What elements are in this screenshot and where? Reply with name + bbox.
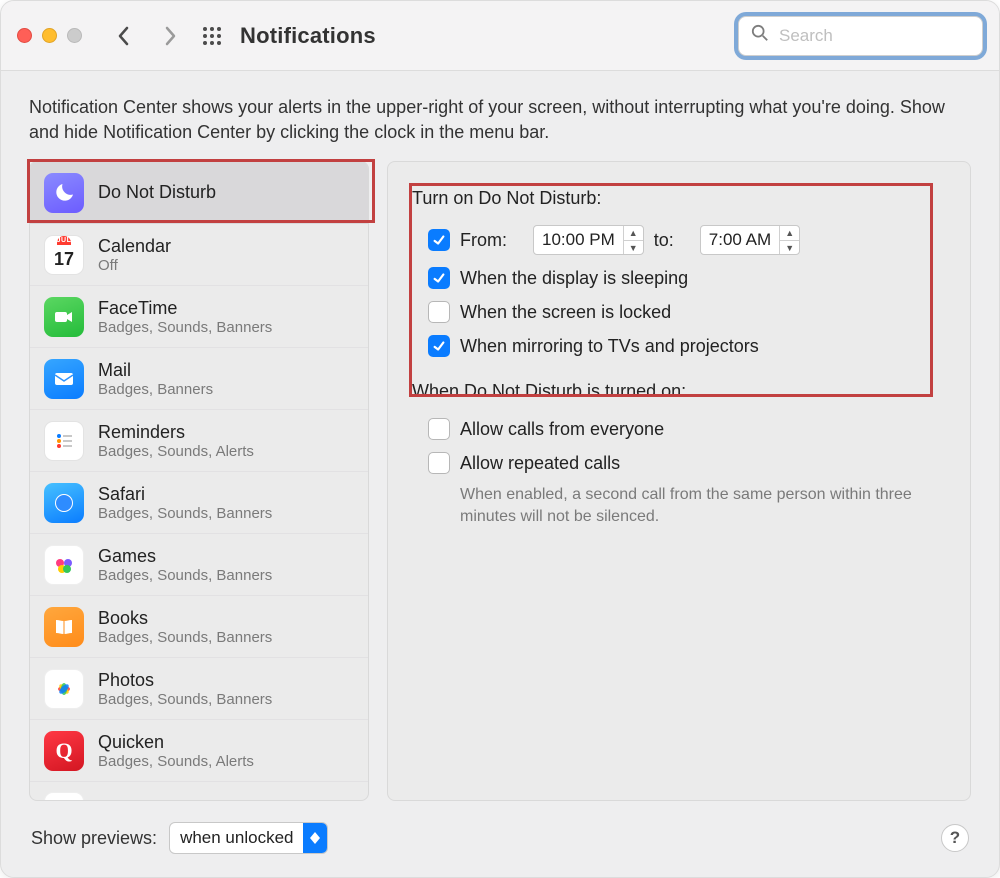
dnd-mirroring-checkbox[interactable] (428, 335, 450, 357)
sidebar-item-setapp[interactable]: Setapp (30, 782, 368, 800)
dnd-display-sleeping-checkbox[interactable] (428, 267, 450, 289)
dnd-display-sleeping-row: When the display is sleeping (412, 261, 946, 295)
from-time-stepper[interactable]: ▲▼ (623, 226, 643, 254)
search-field[interactable] (738, 16, 983, 56)
sidebar-item-sub: Badges, Sounds, Banners (98, 505, 272, 522)
sidebar-item-label: Photos (98, 670, 272, 691)
back-button[interactable] (110, 22, 138, 50)
select-arrows-icon (303, 823, 327, 853)
sidebar-item-reminders[interactable]: Reminders Badges, Sounds, Alerts (30, 410, 368, 472)
sidebar-item-label: Calendar (98, 236, 171, 257)
dnd-mirroring-label: When mirroring to TVs and projectors (460, 336, 759, 357)
mail-icon (44, 359, 84, 399)
footer: Show previews: when unlocked ? (29, 817, 971, 859)
to-label: to: (654, 230, 674, 251)
from-time-value[interactable]: 10:00 PM (534, 226, 623, 254)
dnd-mirroring-row: When mirroring to TVs and projectors (412, 329, 946, 363)
to-time-field[interactable]: 7:00 AM ▲▼ (700, 225, 800, 255)
dnd-when-on-title: When Do Not Disturb is turned on: (412, 381, 946, 402)
search-icon (751, 24, 769, 47)
books-icon (44, 607, 84, 647)
games-icon (44, 545, 84, 585)
previews-label: Show previews: (31, 828, 157, 849)
sidebar-item-label: Games (98, 546, 272, 567)
forward-button[interactable] (156, 22, 184, 50)
sidebar-item-sub: Badges, Sounds, Banners (98, 691, 272, 708)
to-time-value[interactable]: 7:00 AM (701, 226, 779, 254)
safari-icon (44, 483, 84, 523)
sidebar-item-sub: Badges, Sounds, Banners (98, 629, 272, 646)
help-button[interactable]: ? (941, 824, 969, 852)
intro-text: Notification Center shows your alerts in… (29, 95, 971, 145)
calendar-icon: JUL 17 (44, 235, 84, 275)
sidebar-item-sub: Off (98, 257, 171, 274)
from-time-field[interactable]: 10:00 PM ▲▼ (533, 225, 644, 255)
moon-icon (44, 173, 84, 213)
dnd-screen-locked-row: When the screen is locked (412, 295, 946, 329)
dnd-repeated-calls-label: Allow repeated calls (460, 453, 620, 474)
sidebar-item-label: Safari (98, 484, 272, 505)
sidebar-item-label: FaceTime (98, 298, 272, 319)
app-list-scroll[interactable]: Do Not Disturb JUL 17 Calendar Off (30, 162, 368, 800)
zoom-window[interactable] (67, 28, 82, 43)
sidebar-item-sub: Badges, Banners (98, 381, 213, 398)
minimize-window[interactable] (42, 28, 57, 43)
sidebar-item-sub: Badges, Sounds, Banners (98, 319, 272, 336)
columns: Do Not Disturb JUL 17 Calendar Off (29, 161, 971, 801)
dnd-turn-on-title: Turn on Do Not Disturb: (412, 188, 946, 209)
reminders-icon (44, 421, 84, 461)
sidebar-item-sub: Badges, Sounds, Alerts (98, 753, 254, 770)
previews-value: when unlocked (170, 828, 303, 848)
window-controls (17, 28, 82, 43)
sidebar-item-games[interactable]: Games Badges, Sounds, Banners (30, 534, 368, 596)
search-input[interactable] (777, 25, 1000, 47)
sidebar-item-calendar[interactable]: JUL 17 Calendar Off (30, 224, 368, 286)
sidebar-item-facetime[interactable]: FaceTime Badges, Sounds, Banners (30, 286, 368, 348)
sidebar-item-photos[interactable]: Photos Badges, Sounds, Banners (30, 658, 368, 720)
dnd-repeated-calls-checkbox[interactable] (428, 452, 450, 474)
sidebar-item-label: Quicken (98, 732, 254, 753)
pane-title: Notifications (240, 23, 376, 49)
prefs-window: Notifications Notification Center shows … (0, 0, 1000, 878)
sidebar-item-mail[interactable]: Mail Badges, Banners (30, 348, 368, 410)
dnd-allow-calls-checkbox[interactable] (428, 418, 450, 440)
photos-icon (44, 669, 84, 709)
sidebar-item-label: Do Not Disturb (98, 182, 216, 203)
sidebar-item-label: Reminders (98, 422, 254, 443)
close-window[interactable] (17, 28, 32, 43)
sidebar-item-dnd[interactable]: Do Not Disturb (30, 162, 368, 224)
dnd-repeated-calls-row: Allow repeated calls (412, 446, 946, 480)
dnd-screen-locked-checkbox[interactable] (428, 301, 450, 323)
toolbar: Notifications (1, 1, 999, 71)
sidebar-item-books[interactable]: Books Badges, Sounds, Banners (30, 596, 368, 658)
sidebar-item-label: Mail (98, 360, 213, 381)
app-list: Do Not Disturb JUL 17 Calendar Off (29, 161, 369, 801)
dnd-repeated-calls-hint: When enabled, a second call from the sam… (460, 484, 946, 527)
dnd-schedule-checkbox[interactable] (428, 229, 450, 251)
sidebar-item-sub: Badges, Sounds, Banners (98, 567, 272, 584)
sidebar-item-safari[interactable]: Safari Badges, Sounds, Banners (30, 472, 368, 534)
to-time-stepper[interactable]: ▲▼ (779, 226, 799, 254)
dnd-schedule-row: From: 10:00 PM ▲▼ to: 7:00 AM ▲▼ (412, 219, 946, 261)
dnd-allow-calls-label: Allow calls from everyone (460, 419, 664, 440)
dnd-screen-locked-label: When the screen is locked (460, 302, 671, 323)
show-all-icon[interactable] (202, 26, 222, 46)
quicken-icon: Q (44, 731, 84, 771)
dnd-display-sleeping-label: When the display is sleeping (460, 268, 688, 289)
facetime-icon (44, 297, 84, 337)
dnd-allow-calls-row: Allow calls from everyone (412, 412, 946, 446)
sidebar-item-quicken[interactable]: Q Quicken Badges, Sounds, Alerts (30, 720, 368, 782)
previews-select[interactable]: when unlocked (169, 822, 328, 854)
detail-panel: Turn on Do Not Disturb: From: 10:00 PM ▲… (387, 161, 971, 801)
content: Notification Center shows your alerts in… (1, 71, 999, 877)
sidebar-item-sub: Badges, Sounds, Alerts (98, 443, 254, 460)
setapp-icon (44, 792, 84, 800)
from-label: From: (460, 230, 507, 251)
sidebar-item-label: Books (98, 608, 272, 629)
